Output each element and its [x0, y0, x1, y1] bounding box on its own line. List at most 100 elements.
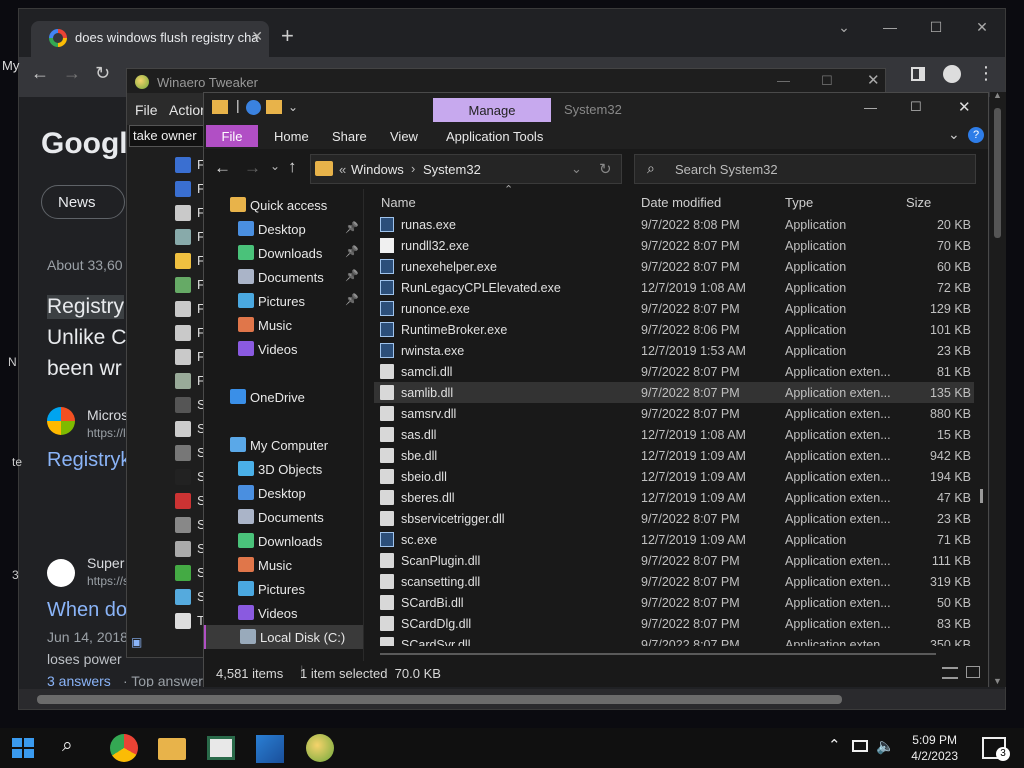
- app-taskbar-icon[interactable]: [256, 735, 284, 763]
- winaero-tree-item[interactable]: F: [173, 369, 205, 393]
- column-size[interactable]: Size: [906, 195, 931, 210]
- winaero-tree-item[interactable]: F: [173, 225, 205, 249]
- back-arrow-icon[interactable]: ←: [31, 63, 49, 84]
- nav-item[interactable]: Local Disk (C:): [204, 625, 363, 649]
- nav-item[interactable]: Pictures 📌: [204, 289, 363, 313]
- file-row[interactable]: runexehelper.exe 9/7/2022 8:07 PM Applicat…: [374, 256, 974, 277]
- address-bar[interactable]: « Windows › System32 ⌄ ↻: [310, 154, 622, 184]
- news-chip[interactable]: News: [41, 185, 125, 219]
- maximize-button[interactable]: ☐: [821, 73, 833, 89]
- menu-file[interactable]: File: [135, 102, 158, 118]
- horizontal-scrollbar[interactable]: [19, 689, 1005, 709]
- winaero-tree-item[interactable]: S: [173, 537, 206, 561]
- winaero-tree-item[interactable]: S: [173, 489, 206, 513]
- reload-icon[interactable]: ↻: [95, 63, 110, 84]
- start-button[interactable]: [12, 738, 34, 758]
- file-row[interactable]: samcli.dll 9/7/2022 8:07 PM Application ex…: [374, 361, 974, 382]
- nav-item[interactable]: Downloads: [204, 529, 363, 553]
- chevron-down-icon[interactable]: ⌄: [571, 161, 582, 177]
- ribbon-tab-view[interactable]: View: [390, 129, 418, 144]
- file-row[interactable]: rundll32.exe 9/7/2022 8:07 PM Application 7…: [374, 235, 974, 256]
- winaero-tree-item[interactable]: S: [173, 393, 206, 417]
- tab-search-icon[interactable]: ⌄: [821, 19, 867, 36]
- winaero-tree-item[interactable]: S: [173, 585, 206, 609]
- chrome-tab[interactable]: does windows flush registry cha ✕: [31, 21, 269, 57]
- maximize-button[interactable]: ☐: [910, 99, 922, 115]
- horizontal-scrollbar[interactable]: [380, 653, 936, 655]
- file-row[interactable]: samsrv.dll 9/7/2022 8:07 PM Application ex…: [374, 403, 974, 424]
- result-title-link[interactable]: When do: [47, 599, 127, 622]
- maximize-button[interactable]: ☐: [913, 19, 959, 36]
- nav-item[interactable]: Documents: [204, 505, 363, 529]
- winaero-search-input[interactable]: take owner: [129, 125, 207, 147]
- winaero-tree-item[interactable]: S: [173, 441, 206, 465]
- volume-icon[interactable]: 🔈: [876, 737, 895, 755]
- ribbon-tab-application-tools[interactable]: Application Tools: [446, 129, 543, 144]
- file-row[interactable]: RuntimeBroker.exe 9/7/2022 8:06 PM Applica…: [374, 319, 974, 340]
- file-row[interactable]: sbeio.dll 12/7/2019 1:09 AM Application ex…: [374, 466, 974, 487]
- vertical-scrollbar[interactable]: [978, 189, 986, 659]
- nav-item[interactable]: Videos: [204, 337, 363, 361]
- search-icon[interactable]: ⌕: [62, 735, 73, 757]
- nav-item[interactable]: My Computer: [204, 433, 363, 457]
- scroll-down-icon[interactable]: ▼: [993, 676, 1002, 686]
- recent-dropdown-icon[interactable]: ⌄: [270, 159, 280, 173]
- breadcrumb-system32[interactable]: System32: [423, 162, 481, 177]
- forward-arrow-icon[interactable]: →: [244, 158, 261, 178]
- chrome-taskbar-icon[interactable]: [110, 734, 138, 762]
- nav-item[interactable]: Desktop: [204, 481, 363, 505]
- refresh-icon[interactable]: ↻: [599, 160, 612, 178]
- quick-access-dropdown-icon[interactable]: ⌄: [288, 100, 298, 114]
- file-row[interactable]: sas.dll 12/7/2019 1:08 AM Application exte…: [374, 424, 974, 445]
- file-row[interactable]: rwinsta.exe 12/7/2019 1:53 AM Application 2…: [374, 340, 974, 361]
- column-name[interactable]: Name: [381, 195, 416, 210]
- file-row[interactable]: SCardDlg.dll 9/7/2022 8:07 PM Application …: [374, 613, 974, 634]
- minimize-button[interactable]: —: [777, 73, 790, 88]
- app-taskbar-icon[interactable]: [207, 736, 235, 760]
- tab-close-icon[interactable]: ✕: [251, 28, 263, 45]
- winaero-tree-item[interactable]: S: [173, 417, 206, 441]
- file-row[interactable]: scansetting.dll 9/7/2022 8:07 PM Applicati…: [374, 571, 974, 592]
- large-icons-view-icon[interactable]: [966, 666, 980, 678]
- file-row[interactable]: sberes.dll 12/7/2019 1:09 AM Application e…: [374, 487, 974, 508]
- winaero-tree-item[interactable]: S: [173, 465, 206, 489]
- winaero-tree-item[interactable]: F: [173, 321, 205, 345]
- search-box[interactable]: ⌕ Search System32: [634, 154, 976, 184]
- breadcrumb-windows[interactable]: Windows: [351, 162, 404, 177]
- winaero-link[interactable]: ▣: [131, 635, 201, 653]
- nav-item[interactable]: Pictures: [204, 577, 363, 601]
- nav-item[interactable]: Quick access: [204, 193, 363, 217]
- winaero-tree-item[interactable]: S: [173, 561, 206, 585]
- winaero-taskbar-icon[interactable]: [306, 734, 334, 762]
- up-arrow-icon[interactable]: ↑: [288, 157, 297, 177]
- forward-arrow-icon[interactable]: →: [63, 63, 81, 84]
- ribbon-tab-home[interactable]: Home: [274, 129, 309, 144]
- nav-item[interactable]: Desktop 📌: [204, 217, 363, 241]
- manage-tab[interactable]: Manage: [433, 98, 551, 122]
- file-row[interactable]: runas.exe 9/7/2022 8:08 PM Application 20 K…: [374, 214, 974, 235]
- file-row[interactable]: RunLegacyCPLElevated.exe 12/7/2019 1:08 A…: [374, 277, 974, 298]
- winaero-tree-item[interactable]: F: [173, 177, 205, 201]
- details-view-icon[interactable]: [942, 667, 958, 679]
- close-button[interactable]: ✕: [959, 19, 1005, 36]
- file-row[interactable]: sbe.dll 12/7/2019 1:09 AM Application exte…: [374, 445, 974, 466]
- nav-item[interactable]: 3D Objects: [204, 457, 363, 481]
- nav-item[interactable]: Documents 📌: [204, 265, 363, 289]
- file-explorer-taskbar-icon[interactable]: [158, 738, 186, 760]
- nav-item[interactable]: OneDrive: [204, 385, 363, 409]
- nav-item[interactable]: Music: [204, 553, 363, 577]
- back-arrow-icon[interactable]: ←: [214, 158, 231, 178]
- file-row[interactable]: sc.exe 12/7/2019 1:09 AM Application 71 KB: [374, 529, 974, 550]
- close-button[interactable]: ✕: [867, 71, 880, 89]
- answers-link[interactable]: 3 answers: [47, 673, 111, 687]
- new-folder-icon[interactable]: [266, 100, 282, 114]
- winaero-tree-item[interactable]: F: [173, 345, 205, 369]
- ribbon-tab-share[interactable]: Share: [332, 129, 367, 144]
- scrollbar-thumb[interactable]: [980, 489, 983, 503]
- system-clock[interactable]: 5:09 PM 4/2/2023: [911, 732, 958, 764]
- minimize-button[interactable]: —: [864, 100, 877, 115]
- winaero-tree-item[interactable]: T: [173, 609, 205, 633]
- show-hidden-icons[interactable]: ⌃: [828, 736, 841, 754]
- file-row[interactable]: ScanPlugin.dll 9/7/2022 8:07 PM Applicatio…: [374, 550, 974, 571]
- file-row[interactable]: SCardBi.dll 9/7/2022 8:07 PM Application e…: [374, 592, 974, 613]
